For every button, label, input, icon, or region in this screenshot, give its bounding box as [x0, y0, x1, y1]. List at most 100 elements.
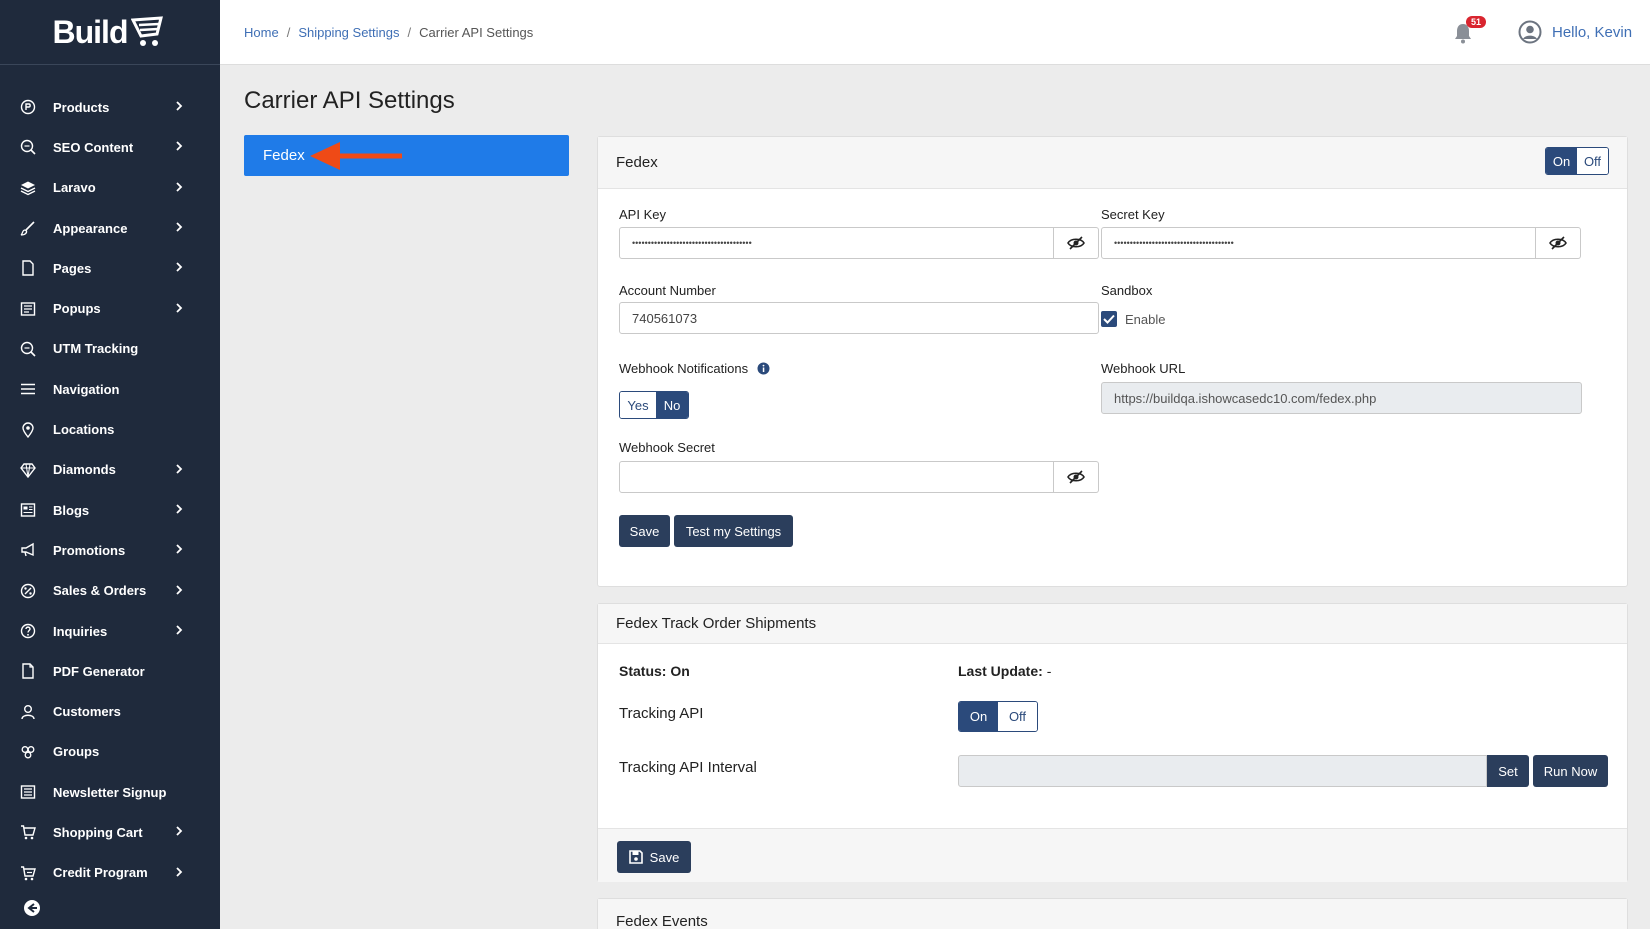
fedex-events-card: Fedex Events [597, 898, 1628, 929]
track-shipments-card: Fedex Track Order Shipments Status: On L… [597, 603, 1628, 882]
cart-icon [20, 824, 36, 840]
sidebar-item-pages[interactable]: Pages [0, 248, 220, 288]
tracking-api-toggle[interactable]: On Off [958, 701, 1038, 732]
chevron-right-icon [174, 98, 184, 116]
sidebar-item-seo-content[interactable]: SEO Content [0, 127, 220, 167]
webhook-url-label: Webhook URL [1101, 361, 1186, 376]
webhook-yes[interactable]: Yes [620, 392, 656, 418]
api-key-input[interactable]: •••••••••••••••••••••••••••••••••••••• [619, 227, 1054, 259]
set-interval-button[interactable]: Set [1487, 755, 1529, 787]
tracking-api-off[interactable]: Off [998, 702, 1037, 731]
sidebar-item-label: Customers [53, 704, 121, 720]
sandbox-enable-label: Enable [1125, 312, 1166, 327]
top-bar: Home / Shipping Settings / Carrier API S… [220, 0, 1650, 65]
info-icon[interactable] [757, 362, 770, 375]
sidebar-item-pdf-generator[interactable]: PDF Generator [0, 651, 220, 691]
track-save-label: Save [649, 849, 680, 865]
track-card-footer [598, 828, 1627, 882]
sidebar-item-label: Groups [53, 744, 100, 760]
sidebar-nav: Products SEO Content Laravo Appearance Pages… [0, 65, 220, 893]
test-settings-button[interactable]: Test my Settings [674, 515, 793, 547]
chevron-right-icon [174, 461, 184, 479]
user-menu[interactable]: Hello, Kevin [1518, 20, 1632, 44]
sandbox-checkbox[interactable] [1101, 311, 1117, 327]
tab-fedex[interactable]: Fedex [244, 135, 569, 176]
sidebar-item-label: Blogs [53, 502, 90, 518]
tracking-interval-input[interactable] [958, 755, 1487, 787]
sidebar-item-promotions[interactable]: Promotions [0, 530, 220, 570]
tab-fedex-label: Fedex [263, 147, 305, 164]
sidebar-item-diamonds[interactable]: Diamonds [0, 450, 220, 490]
fedex-save-button[interactable]: Save [619, 515, 670, 547]
brush-icon [20, 220, 36, 236]
seo-icon [20, 139, 36, 156]
menu-icon [20, 381, 36, 397]
page-title: Carrier API Settings [244, 87, 455, 114]
sidebar-item-navigation[interactable]: Navigation [0, 369, 220, 409]
webhook-notifications-toggle[interactable]: Yes No [619, 391, 689, 419]
sidebar-item-customers[interactable]: Customers [0, 691, 220, 731]
cart-logo-icon [131, 16, 164, 46]
events-card-title: Fedex Events [616, 913, 708, 929]
eye-slash-icon [1549, 236, 1567, 250]
utm-icon [20, 341, 36, 357]
file-icon [20, 663, 36, 679]
secret-key-visibility-toggle[interactable] [1536, 227, 1581, 259]
check-icon [1103, 314, 1115, 324]
sidebar-item-laravo[interactable]: Laravo [0, 168, 220, 208]
webhook-secret-input[interactable] [619, 461, 1054, 493]
last-update-value: - [1046, 663, 1052, 679]
sidebar-item-appearance[interactable]: Appearance [0, 208, 220, 248]
run-now-button[interactable]: Run Now [1533, 755, 1608, 787]
sidebar-item-label: Products [53, 99, 110, 115]
sidebar-item-credit-program[interactable]: Credit Program [0, 853, 220, 893]
fedex-toggle-off[interactable]: Off [1577, 148, 1608, 174]
avatar-icon [1518, 20, 1542, 44]
secret-key-input[interactable]: •••••••••••••••••••••••••••••••••••••• [1101, 227, 1536, 259]
account-number-input[interactable]: 740561073 [619, 302, 1099, 334]
sidebar-item-label: SEO Content [53, 139, 134, 155]
fedex-card-title: Fedex [616, 154, 658, 171]
blog-icon [20, 502, 36, 518]
collapse-sidebar-icon[interactable] [23, 899, 41, 917]
sidebar: Build Products SEO Content Laravo Appearanc… [0, 0, 220, 929]
breadcrumb: Home / Shipping Settings / Carrier API S… [244, 25, 533, 40]
sidebar-item-products[interactable]: Products [0, 87, 220, 127]
sidebar-item-shopping-cart[interactable]: Shopping Cart [0, 812, 220, 852]
breadcrumb-separator: / [407, 25, 412, 40]
tracking-api-on[interactable]: On [959, 702, 998, 731]
breadcrumb-shipping-settings[interactable]: Shipping Settings [298, 25, 399, 40]
sidebar-item-blogs[interactable]: Blogs [0, 490, 220, 530]
sidebar-item-sales-and-orders[interactable]: Sales & Orders [0, 571, 220, 611]
floppy-disk-icon [628, 850, 643, 864]
webhook-url-input[interactable]: https://buildqa.ishowcasedc10.com/fedex.… [1101, 382, 1582, 414]
api-key-visibility-toggle[interactable] [1054, 227, 1099, 259]
sidebar-item-popups[interactable]: Popups [0, 288, 220, 328]
sales-icon [20, 583, 36, 599]
megaphone-icon [20, 542, 36, 558]
location-pin-icon [20, 421, 36, 438]
fedex-toggle-on[interactable]: On [1546, 148, 1577, 174]
sidebar-item-utm-tracking[interactable]: UTM Tracking [0, 329, 220, 369]
events-card-header: Fedex Events [598, 899, 1627, 929]
webhook-no[interactable]: No [656, 392, 688, 418]
chevron-right-icon [174, 219, 184, 237]
webhook-notifications-label: Webhook Notifications [619, 361, 770, 376]
credit-cart-icon [20, 865, 36, 881]
chevron-right-icon [174, 179, 184, 197]
breadcrumb-home[interactable]: Home [244, 25, 279, 40]
sidebar-item-label: Navigation [53, 381, 120, 397]
sidebar-item-label: Inquiries [53, 623, 108, 639]
chevron-right-icon [174, 823, 184, 841]
logo[interactable]: Build [0, 0, 220, 65]
sidebar-item-inquiries[interactable]: Inquiries [0, 611, 220, 651]
product-icon [20, 99, 36, 115]
sidebar-item-newsletter-signup[interactable]: Newsletter Signup [0, 772, 220, 812]
sidebar-item-groups[interactable]: Groups [0, 732, 220, 772]
sidebar-item-label: Diamonds [53, 462, 116, 478]
sidebar-item-label: UTM Tracking [53, 341, 139, 357]
sidebar-item-locations[interactable]: Locations [0, 409, 220, 449]
track-save-button[interactable]: Save [617, 841, 691, 873]
fedex-enable-toggle[interactable]: On Off [1545, 147, 1609, 175]
webhook-secret-visibility-toggle[interactable] [1054, 461, 1099, 493]
